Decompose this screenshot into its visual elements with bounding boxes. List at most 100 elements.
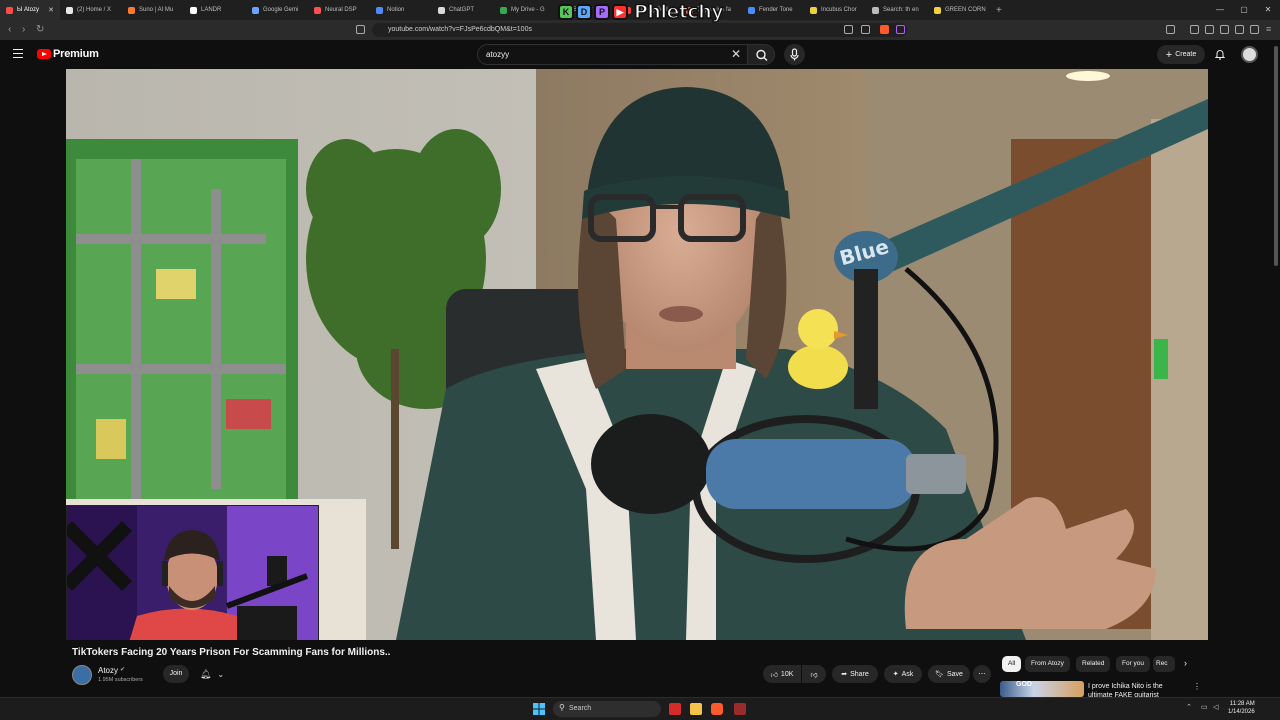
chip-recent[interactable]: Rec [1153,656,1175,672]
browser-tab[interactable]: Fender Tone [742,0,804,20]
browser-tab[interactable]: Neural DSP [308,0,370,20]
tab-favicon-icon [252,6,259,14]
share-button[interactable]: ➦ Share [832,665,878,683]
bookmark-icon: 🔖︎ [935,671,944,678]
tab-label: Neural DSP [325,7,357,13]
minimize-icon[interactable]: — [1208,0,1232,20]
recommended-video-thumbnail[interactable]: GOD [1000,681,1084,697]
browser-tab[interactable]: ChatGPT [432,0,494,20]
tab-label: Fender Tone [759,7,793,13]
browser-tab[interactable]: Search: th en [866,0,928,20]
tab-label: Google Gemi [263,7,299,13]
logo-badge-youtube: ▶ [612,4,628,20]
subscription-bell-button[interactable]: 🔔︎ ⌄ [195,665,229,683]
voice-search-button[interactable] [784,44,805,65]
clear-search-icon[interactable]: ✕ [731,47,741,61]
chip-all[interactable]: All [1002,656,1022,672]
search-input[interactable]: atozyy ✕ [477,44,747,65]
taskbar-search[interactable]: Search [553,701,661,717]
browser-tab[interactable]: LANDR [184,0,246,20]
video-menu-icon[interactable]: ⋮ [1193,682,1201,691]
windows-start-icon[interactable] [533,703,545,715]
chip-related[interactable]: Related [1076,656,1111,672]
chevron-right-icon[interactable]: › [1184,658,1187,668]
more-actions-button[interactable]: ⋯ [973,665,991,683]
youtube-logo-icon[interactable] [37,49,51,59]
reading-list-icon[interactable] [1205,25,1214,34]
tab-label: Incubus Chor [821,7,857,13]
account-avatar[interactable] [1241,46,1258,63]
volume-icon[interactable]: ◁ [1213,703,1218,711]
browser-tab[interactable]: Google Gemi [246,0,308,20]
bookmark-icon[interactable] [356,25,365,34]
reload-icon[interactable]: ↻ [36,24,44,35]
browser-tab[interactable]: Incubus Chor [804,0,866,20]
plus-icon: + [1165,48,1173,61]
browser-tab[interactable]: Notion [370,0,432,20]
clock-date: 1/14/2026 [1228,709,1255,715]
menu-icon[interactable] [13,49,23,58]
create-button[interactable]: + Create [1157,45,1205,64]
back-icon[interactable]: ‹ [8,24,11,35]
browser-menu-icon[interactable]: ≡ [1266,24,1271,34]
maximize-icon[interactable]: ▢ [1232,0,1256,20]
tab-favicon-icon [6,6,13,14]
brave-browser-icon[interactable] [711,703,723,715]
browser-tab[interactable]: Ы Atozy ✕ [0,0,60,20]
chip-from-atozy[interactable]: From Atozy [1025,656,1070,672]
brave-shield-icon[interactable] [880,25,889,34]
sidebar-toggle-icon[interactable] [1166,25,1175,34]
url-field[interactable]: youtube.com/watch?v=FJsPe6cdbQM&t=100s [372,23,907,37]
forward-icon[interactable]: › [22,24,25,35]
tab-label: My Drive - G [511,7,545,13]
share-icon[interactable] [861,25,870,34]
tab-label: Ы Atozy [17,7,39,13]
tab-favicon-icon [872,6,879,14]
tab-label: GREEN CORN [945,7,986,13]
ask-label: Ask [901,670,914,678]
stream-app-icon[interactable] [734,703,746,715]
ask-button[interactable]: ✦ Ask [884,665,922,683]
share-icon: ➦ [841,671,848,678]
video-player[interactable]: Blue [66,69,1208,640]
network-icon[interactable]: ▭ [1201,703,1208,711]
wallet-icon[interactable] [1235,25,1244,34]
notifications-icon[interactable] [1215,48,1225,60]
browser-tab[interactable]: My Drive - G [494,0,556,20]
channel-name[interactable]: Atozy [98,666,118,675]
close-tab-icon[interactable]: ✕ [48,6,54,14]
save-label: Save [946,670,963,678]
facecam-frame [67,506,318,640]
extensions-icon[interactable] [1220,25,1229,34]
system-clock[interactable]: 11:28 AM 1/14/2026 [1228,700,1255,716]
search-button[interactable] [747,44,775,65]
bell-icon: 🔔︎ [199,668,212,679]
app-icon-red[interactable] [669,703,681,715]
chip-for-you[interactable]: For you [1116,656,1151,672]
file-explorer-icon[interactable] [690,703,702,715]
recommended-video-title[interactable]: I prove Ichika Nito is the ultimate FAKE… [1088,682,1184,698]
search-icon: ⚲ [559,703,565,712]
screenshot-icon[interactable] [844,25,853,34]
browser-tab[interactable]: (2) Home / X [60,0,122,20]
join-button[interactable]: Join [163,665,189,683]
browser-tab[interactable]: Suno | AI Mu [122,0,184,20]
brave-rewards-icon[interactable] [896,25,905,34]
media-icon[interactable] [1190,25,1199,34]
page-scrollbar[interactable] [1274,46,1278,266]
search-query[interactable]: atozyy [486,50,509,59]
logo-badge-k: K [558,4,574,20]
new-tab-icon[interactable]: + [990,5,1008,16]
save-button[interactable]: 🔖︎ Save [928,665,970,683]
tray-chevron-icon[interactable]: ⌃ [1186,703,1192,711]
channel-avatar[interactable] [72,665,92,685]
like-count: 10K [780,670,794,678]
dislike-button[interactable]: 👎︎ [802,665,826,683]
browser-tab[interactable]: GREEN CORN [928,0,990,20]
like-button[interactable]: 👍︎ 10K [763,665,801,683]
close-icon[interactable]: ✕ [1256,0,1280,20]
premium-label[interactable]: Premium [53,48,99,60]
thumbs-down-icon: 👎︎ [810,671,818,679]
vpn-icon[interactable] [1250,25,1259,34]
tab-favicon-icon [190,6,197,14]
